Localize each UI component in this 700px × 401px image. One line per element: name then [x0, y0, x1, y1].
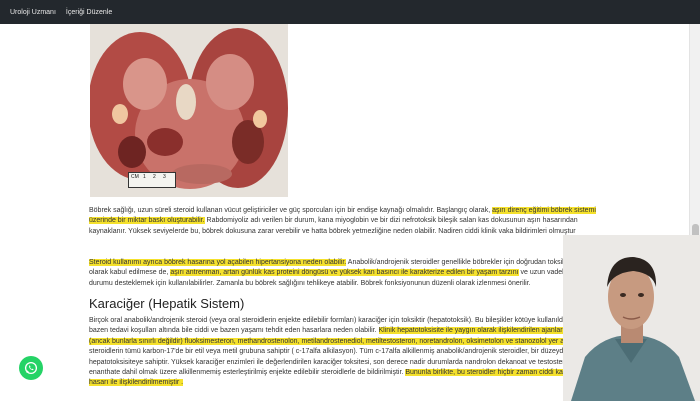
- kidney-photo: [90, 24, 288, 197]
- scale-ruler: CM 1 2 3: [128, 172, 176, 188]
- ruler-tick: 2: [153, 174, 156, 180]
- whatsapp-button[interactable]: [19, 356, 43, 380]
- admin-bar: Uroloji Uzmanı İçeriği Düzenle: [0, 0, 700, 24]
- ruler-tick: 1: [143, 174, 146, 180]
- presenter-video-overlay: [563, 235, 700, 401]
- admin-bar-item-site[interactable]: Uroloji Uzmanı: [10, 9, 56, 16]
- admin-bar-item-edit[interactable]: İçeriği Düzenle: [66, 9, 112, 16]
- paragraph-hypertension: Steroid kullanımı ayrıca böbrek hasarına…: [89, 258, 601, 289]
- section-heading-liver: Karaciğer (Hepatik Sistem): [89, 296, 245, 311]
- highlight-span: Steroid kullanımı ayrıca böbrek hasarına…: [89, 259, 347, 266]
- paragraph-liver: Birçok oral anabolik/androjenik steroid …: [89, 316, 601, 389]
- text-span: Böbrek sağlığı, uzun süreli steroid kull…: [89, 207, 493, 214]
- ruler-tick: CM: [131, 174, 139, 180]
- highlight-span: aşırı antrenman, artan günlük kas protei…: [170, 269, 519, 277]
- whatsapp-icon: [24, 361, 38, 375]
- paragraph-kidney: Böbrek sağlığı, uzun süreli steroid kull…: [89, 206, 601, 237]
- ruler-tick: 3: [163, 174, 166, 180]
